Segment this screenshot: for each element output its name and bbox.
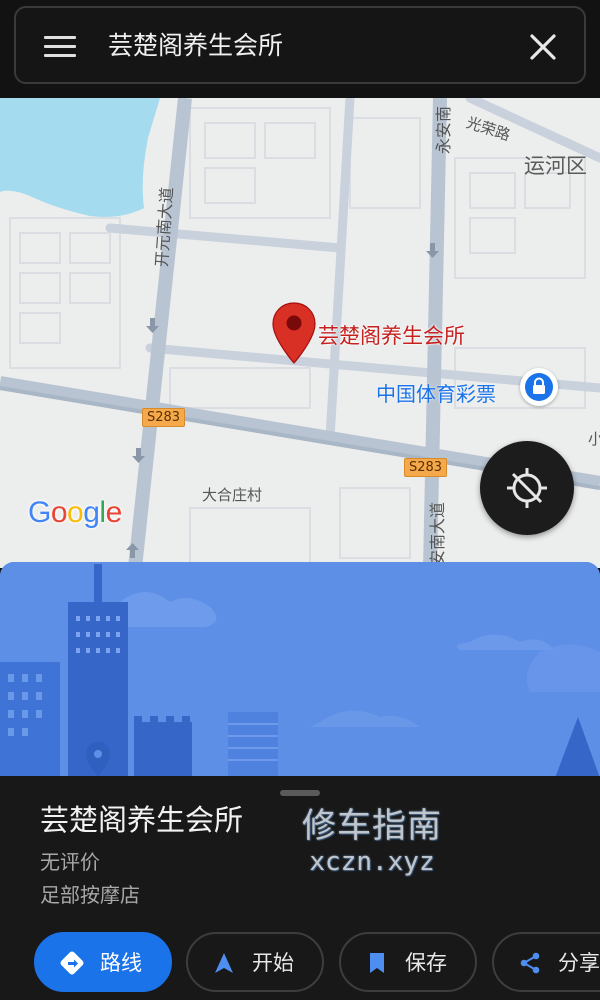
- menu-icon[interactable]: [44, 36, 76, 58]
- edge-label: 小: [588, 430, 600, 448]
- place-category: 足部按摩店: [40, 883, 140, 907]
- location-crosshair-icon: [507, 468, 547, 508]
- share-icon: [518, 951, 542, 975]
- watermark: 修车指南 xczn.xyz: [292, 806, 452, 878]
- start-button[interactable]: 开始: [186, 932, 324, 992]
- maps-app-screen: 芸楚阁养生会所 开元南大道 永安南 安南大道 光荣路 运河区 大合庄村 小 S2…: [0, 0, 600, 1000]
- google-logo: Google: [28, 496, 122, 529]
- place-hero-illustration: [0, 562, 600, 778]
- watermark-en: xczn.xyz: [309, 847, 435, 877]
- share-button[interactable]: 分享: [492, 932, 600, 992]
- road-badge: S283: [142, 408, 186, 427]
- start-label: 开始: [252, 951, 294, 975]
- village-label: 大合庄村: [202, 486, 263, 504]
- search-query[interactable]: 芸楚阁养生会所: [108, 28, 283, 64]
- directions-button[interactable]: 路线: [34, 932, 172, 992]
- close-icon[interactable]: [526, 30, 560, 64]
- share-label: 分享: [558, 951, 600, 975]
- place-details-sheet[interactable]: 芸楚阁养生会所 无评价 足部按摩店 修车指南 xczn.xyz 路线 开始 保存…: [0, 776, 600, 1000]
- poi-label[interactable]: 中国体育彩票: [376, 378, 496, 407]
- place-title: 芸楚阁养生会所: [40, 803, 244, 837]
- my-location-button[interactable]: [480, 441, 574, 535]
- top-bar: 芸楚阁养生会所: [0, 0, 600, 98]
- lock-icon[interactable]: [520, 368, 558, 406]
- drag-handle[interactable]: [280, 790, 320, 796]
- directions-icon: [60, 951, 84, 975]
- save-button[interactable]: 保存: [339, 932, 477, 992]
- action-chips: 路线 开始 保存 分享: [34, 932, 600, 992]
- directions-label: 路线: [100, 951, 142, 975]
- place-pin: [272, 302, 316, 364]
- bookmark-icon: [365, 951, 389, 975]
- watermark-cn: 修车指南: [302, 806, 442, 846]
- navigation-arrow-icon: [212, 951, 236, 975]
- place-rating: 无评价: [40, 850, 100, 874]
- road-label-yongan-south: 安南大道: [428, 501, 447, 566]
- map-view[interactable]: 开元南大道 永安南 安南大道 光荣路 运河区 大合庄村 小 S283 S283 …: [0, 98, 600, 568]
- district-label: 运河区: [524, 154, 587, 178]
- pin-label[interactable]: 芸楚阁养生会所: [318, 320, 465, 350]
- road-badge: S283: [404, 458, 448, 477]
- save-label: 保存: [405, 951, 447, 975]
- search-box[interactable]: 芸楚阁养生会所: [14, 6, 586, 84]
- road-label-yongan: 永安南: [434, 105, 453, 154]
